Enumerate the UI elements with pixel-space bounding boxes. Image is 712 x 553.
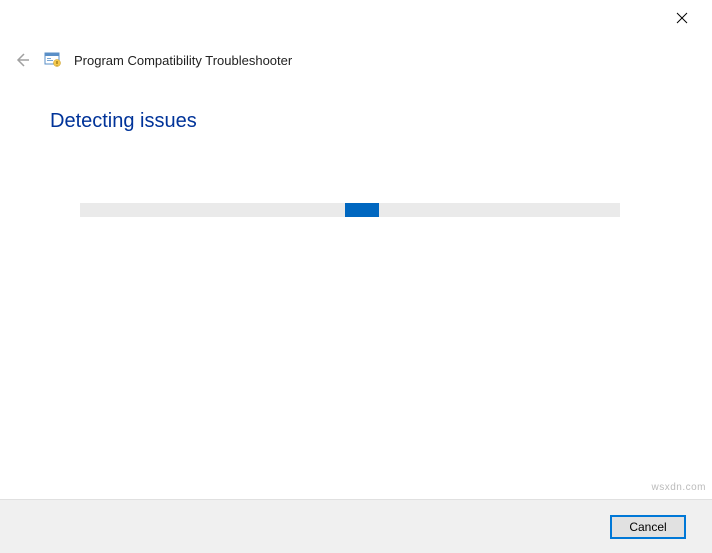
main-content: Detecting issues: [0, 70, 712, 217]
titlebar: [0, 0, 712, 36]
watermark: wsxdn.com: [651, 482, 706, 493]
back-arrow-icon: [13, 51, 31, 69]
footer: Cancel: [0, 499, 712, 553]
close-icon: [676, 12, 688, 24]
close-button[interactable]: [666, 2, 698, 34]
header-row: Program Compatibility Troubleshooter: [0, 36, 712, 70]
window-title: Program Compatibility Troubleshooter: [74, 53, 292, 68]
app-icon: [44, 51, 62, 69]
back-button[interactable]: [12, 50, 32, 70]
progress-indicator: [345, 203, 379, 217]
page-heading: Detecting issues: [50, 110, 662, 133]
progress-bar: [80, 203, 620, 217]
cancel-button[interactable]: Cancel: [610, 515, 686, 539]
